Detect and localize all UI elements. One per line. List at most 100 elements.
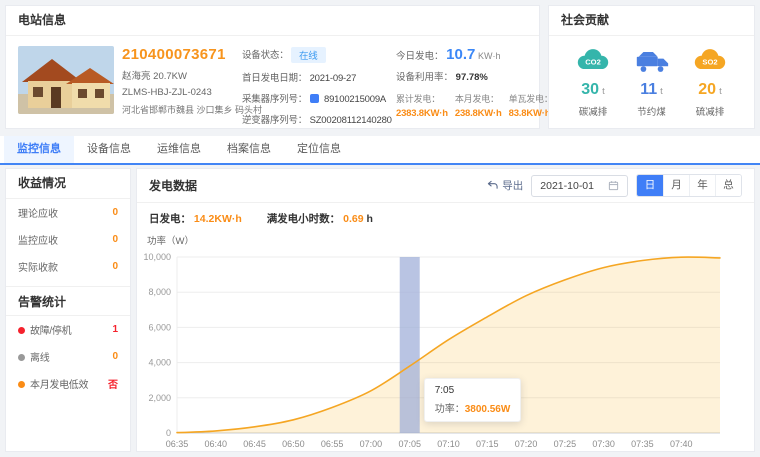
station-identity: 210400073671 赵海亮 20.7KW ZLMS-HBJ-ZJL-024…: [122, 46, 234, 116]
carbon-reduction-unit: t: [602, 86, 605, 97]
range-total-button[interactable]: 总: [715, 175, 741, 196]
main-tabs: 监控信息 设备信息 运维信息 档案信息 定位信息: [0, 136, 760, 165]
so2-cloud-icon: SO2: [682, 46, 738, 76]
coal-truck-icon: [624, 46, 680, 76]
carbon-reduction-item: CO2 30t 碳减排: [565, 46, 621, 118]
svg-text:07:25: 07:25: [554, 439, 577, 449]
tab-monitoring[interactable]: 监控信息: [4, 136, 74, 163]
svg-text:06:35: 06:35: [166, 439, 189, 449]
income-value: 0: [112, 261, 118, 272]
first-generation-line: 首日发电日期： 2021-09-27: [242, 70, 388, 84]
house-photo-illustration: [18, 46, 114, 114]
calendar-icon: [608, 180, 619, 191]
collector-signal-icon: [310, 94, 319, 103]
svg-text:8,000: 8,000: [148, 287, 171, 297]
export-button[interactable]: 导出: [487, 178, 523, 193]
svg-text:07:00: 07:00: [360, 439, 383, 449]
station-panel-title: 电站信息: [6, 6, 539, 36]
coal-saved-unit: t: [660, 86, 663, 97]
utilization-value: 97.78%: [456, 72, 488, 83]
chart-panel-title: 发电数据: [149, 177, 197, 194]
tab-equipment[interactable]: 设备信息: [74, 136, 144, 163]
full-hours-label: 满发电小时数：: [267, 213, 341, 225]
sulfur-reduction-unit: t: [719, 86, 722, 97]
svg-text:4,000: 4,000: [148, 358, 171, 368]
export-label: 导出: [502, 178, 523, 193]
income-row-actual: 实际收款 0: [6, 253, 130, 280]
svg-text:0: 0: [166, 428, 171, 438]
svg-text:07:20: 07:20: [515, 439, 538, 449]
svg-text:10,000: 10,000: [143, 252, 171, 262]
low-efficiency-status-dot: [18, 381, 25, 388]
fault-status-dot: [18, 327, 25, 334]
range-month-button[interactable]: 月: [663, 175, 689, 196]
coal-saved-label: 节约煤: [624, 104, 680, 118]
alarm-row-offline: 离线 0: [6, 343, 130, 370]
svg-text:07:40: 07:40: [670, 439, 693, 449]
day-generation-value: 14.2KW·h: [194, 213, 242, 225]
alarm-row-fault: 故障/停机 1: [6, 316, 130, 343]
station-generation-summary: 今日发电： 10.7 KW·h 设备利用率： 97.78% 累计发电： 2383…: [396, 46, 527, 119]
sulfur-reduction-figure: 20t: [682, 81, 738, 99]
svg-text:07:30: 07:30: [592, 439, 615, 449]
svg-text:SO2: SO2: [702, 57, 717, 66]
total-generation-value: 2383.8KW·h: [396, 108, 448, 119]
tab-archives[interactable]: 档案信息: [214, 136, 284, 163]
per-watt-generation-label: 单瓦发电：: [509, 92, 553, 105]
first-generation-label: 首日发电日期：: [242, 73, 307, 84]
income-row-theoretical: 理论应收 0: [6, 199, 130, 226]
alarm-value: 否: [108, 376, 118, 391]
device-status-label: 设备状态：: [242, 50, 289, 61]
station-info-panel: 电站信息 210400073671 赵海亮 20.7KW ZLMS-HB: [5, 5, 540, 129]
total-generation-label: 累计发电：: [396, 92, 448, 105]
station-address: 河北省邯郸市魏县 沙口集乡 码头村: [122, 103, 234, 116]
svg-text:07:10: 07:10: [437, 439, 460, 449]
generation-totals: 累计发电： 2383.8KW·h 本月发电： 238.8KW·h 单瓦发电： 8…: [396, 92, 527, 119]
svg-text:06:55: 06:55: [321, 439, 344, 449]
alarm-row-low-efficiency: 本月发电低效 否: [6, 370, 130, 397]
today-generation-line: 今日发电： 10.7 KW·h: [396, 46, 527, 63]
utilization-label: 设备利用率：: [396, 72, 453, 83]
power-area-chart[interactable]: 02,0004,0006,0008,00010,00006:3506:4006:…: [137, 249, 732, 453]
inverter-line: 逆变器序列号： SZ00208112140280: [242, 112, 388, 126]
date-picker[interactable]: 2021-10-01: [531, 175, 628, 197]
collector-serial: 89100215009A: [324, 94, 386, 105]
range-day-button[interactable]: 日: [637, 175, 663, 196]
svg-text:6,000: 6,000: [148, 322, 171, 332]
date-value: 2021-10-01: [540, 180, 594, 192]
svg-text:06:50: 06:50: [282, 439, 305, 449]
y-axis-title: 功率（W）: [147, 233, 754, 247]
month-generation-value: 238.8KW·h: [455, 108, 502, 119]
total-generation: 累计发电： 2383.8KW·h: [396, 92, 448, 119]
tab-location[interactable]: 定位信息: [284, 136, 354, 163]
month-generation: 本月发电： 238.8KW·h: [455, 92, 502, 119]
station-code: ZLMS-HBJ-ZJL-0243: [122, 87, 234, 98]
tab-operations[interactable]: 运维信息: [144, 136, 214, 163]
station-owner-capacity: 赵海亮 20.7KW: [122, 68, 234, 82]
alarm-section-title: 告警统计: [6, 286, 130, 316]
coal-saved-value: 11: [640, 81, 657, 98]
power-chart[interactable]: 02,0004,0006,0008,00010,00006:3506:4006:…: [137, 249, 754, 453]
svg-text:07:05: 07:05: [398, 439, 421, 449]
coal-saved-item: 11t 节约煤: [624, 46, 680, 118]
generation-data-panel: 发电数据 导出 2021-10-01 日 月 年: [136, 168, 755, 452]
income-label: 理论应收: [18, 205, 58, 220]
contribution-panel-title: 社会贡献: [549, 6, 754, 36]
income-section-title: 收益情况: [6, 169, 130, 199]
export-icon: [487, 180, 498, 191]
alarm-label: 本月发电低效: [30, 380, 88, 391]
income-alarm-sidebar: 收益情况 理论应收 0 监控应收 0 实际收款 0 告警统计 故障/停机 1 离…: [5, 168, 131, 452]
station-capacity: 20.7KW: [153, 71, 187, 82]
co2-cloud-icon: CO2: [565, 46, 621, 76]
alarm-value: 1: [112, 324, 118, 335]
today-generation-value: 10.7: [446, 46, 475, 63]
range-year-button[interactable]: 年: [689, 175, 715, 196]
alarm-value: 0: [112, 351, 118, 362]
alarm-label-wrap: 故障/停机: [18, 322, 71, 337]
station-owner: 赵海亮: [122, 71, 151, 82]
device-status-line: 设备状态： 在线: [242, 47, 388, 63]
range-selector: 日 月 年 总: [636, 174, 742, 197]
svg-text:07:15: 07:15: [476, 439, 499, 449]
svg-text:2,000: 2,000: [148, 393, 171, 403]
carbon-reduction-label: 碳减排: [565, 104, 621, 118]
